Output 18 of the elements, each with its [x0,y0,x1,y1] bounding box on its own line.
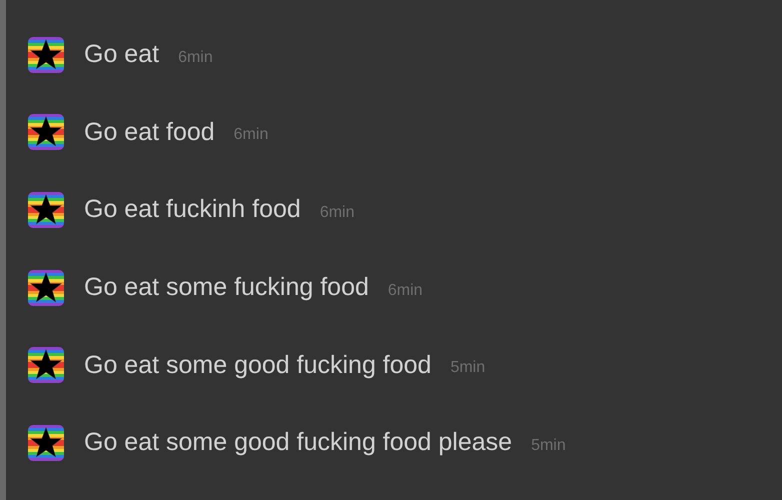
message-time: 5min [450,359,486,378]
message-text: Go eat some good fucking food please [84,428,512,458]
message-text: Go eat some fucking food [84,273,369,302]
rainbow-star-icon [28,270,64,306]
message-text: Go eat food [84,118,215,147]
message-time: 6min [178,48,213,67]
rainbow-star-icon [28,114,64,150]
message-text: Go eat fuckinh food [84,195,301,224]
message-time: 6min [234,126,268,144]
message-text: Go eat some good fucking food [84,350,432,380]
rainbow-star-icon [28,192,64,228]
message-text: Go eat [84,40,160,70]
rainbow-star-icon [28,36,64,73]
message-time: 6min [320,204,354,222]
rainbow-star-icon [28,347,64,384]
message-time: 6min [388,282,423,300]
rainbow-star-icon [28,424,64,461]
message-time: 5min [531,436,566,455]
